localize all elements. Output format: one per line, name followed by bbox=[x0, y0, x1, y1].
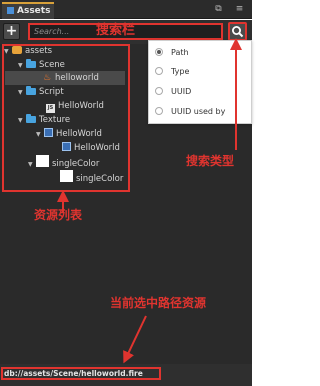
annotation-asset-list: 资源列表 bbox=[34, 208, 83, 222]
radio-icon bbox=[155, 67, 163, 75]
search-type-menu: Path Type UUID UUID used by bbox=[148, 40, 252, 124]
search-type-button[interactable] bbox=[228, 22, 247, 41]
option-label: UUID bbox=[171, 87, 192, 96]
option-label: Type bbox=[171, 67, 190, 76]
radio-selected-icon bbox=[155, 48, 163, 56]
assets-tab-icon bbox=[7, 7, 14, 14]
current-path: db://assets/Scene/helloworld.fire bbox=[1, 367, 161, 380]
path-bar: db://assets/Scene/helloworld.fire bbox=[0, 364, 252, 386]
add-asset-button[interactable]: + bbox=[3, 23, 20, 40]
tab-assets[interactable]: Assets bbox=[2, 2, 54, 19]
search-type-option-uuid-used-by[interactable]: UUID used by bbox=[155, 105, 225, 119]
search-type-option-path[interactable]: Path bbox=[155, 46, 189, 60]
search-icon bbox=[232, 26, 244, 38]
annotation-search-type: 搜索类型 bbox=[186, 154, 235, 168]
screenshot-root: Assets ⧉ ≡ + ▼assets ▼Scene ♨helloworld … bbox=[0, 0, 261, 386]
panel-title-bar: Assets ⧉ ≡ bbox=[0, 0, 252, 19]
search-type-option-uuid[interactable]: UUID bbox=[155, 85, 191, 99]
menu-icon[interactable]: ≡ bbox=[234, 4, 245, 15]
option-label: UUID used by bbox=[171, 107, 226, 116]
annotation-current-path: 当前选中路径资源 bbox=[110, 296, 207, 310]
outside-area bbox=[252, 0, 261, 386]
annotation-search-bar: 搜索栏 bbox=[96, 23, 136, 38]
search-type-option-type[interactable]: Type bbox=[155, 65, 189, 79]
radio-icon bbox=[155, 87, 163, 95]
option-label: Path bbox=[171, 48, 189, 57]
maximize-icon[interactable]: ⧉ bbox=[213, 4, 224, 15]
asset-list-highlight bbox=[2, 44, 130, 192]
radio-icon bbox=[155, 107, 163, 115]
tab-title: Assets bbox=[17, 6, 51, 16]
